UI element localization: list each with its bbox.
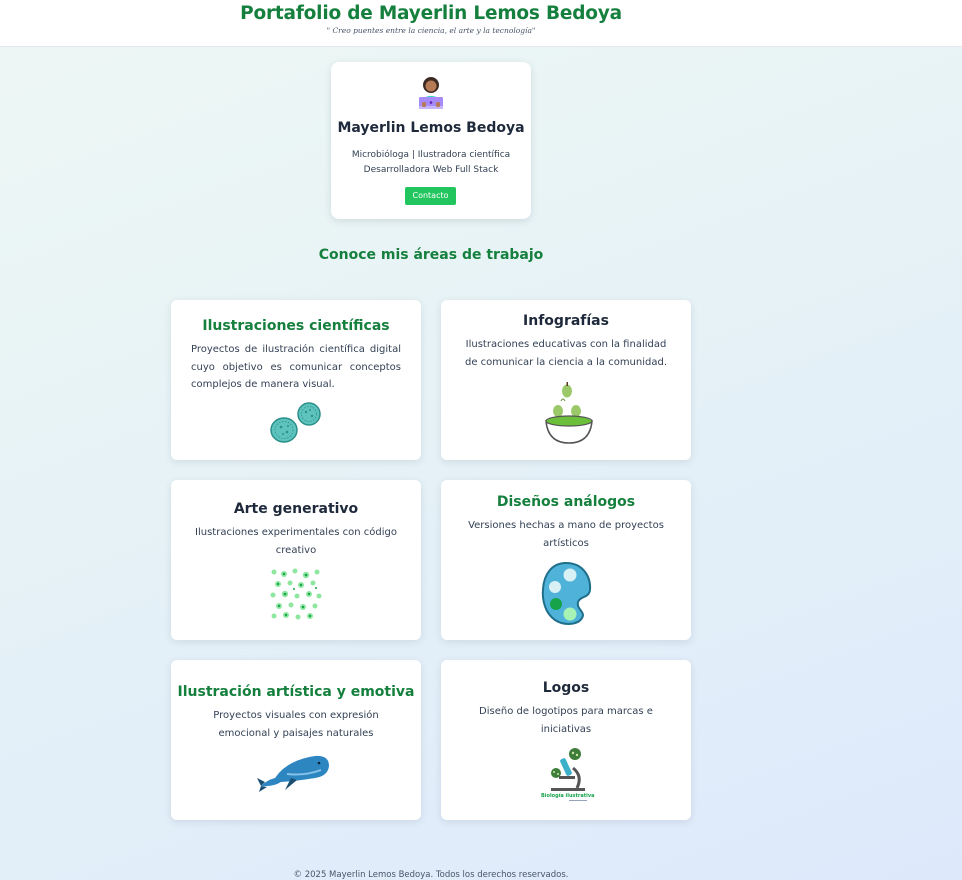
site-tagline: " Creo puentes entre la ciencia, el arte… — [326, 26, 536, 35]
card-arte-generativo[interactable]: Arte generativo Ilustraciones experiment… — [171, 480, 421, 640]
card-title: Ilustraciones científicas — [202, 318, 390, 334]
logo-text: Biología ilustrativa — [541, 792, 594, 799]
profile-card: Mayerlin Lemos Bedoya Microbióloga | Ilu… — [331, 62, 531, 219]
profile-name: Mayerlin Lemos Bedoya — [337, 120, 525, 136]
card-infografias[interactable]: Infografías Ilustraciones educativas con… — [441, 300, 691, 460]
card-title: Ilustración artística y emotiva — [177, 684, 415, 700]
card-ilustracion-artistica[interactable]: Ilustración artística y emotiva Proyecto… — [171, 660, 421, 820]
paint-palette-illustration — [541, 561, 592, 625]
section-title: Conoce mis áreas de trabajo — [318, 247, 544, 263]
site-header: Portafolio de Mayerlin Lemos Bedoya " Cr… — [0, 0, 962, 47]
whale-illustration — [257, 755, 329, 792]
profile-role-line-2: Desarrolladora Web Full Stack — [363, 165, 499, 175]
card-disenos-analogos[interactable]: Diseños análogos Versiones hechas a mano… — [441, 480, 691, 640]
card-description: Proyectos visuales con expresión emocion… — [213, 710, 379, 739]
card-logos[interactable]: Logos Diseño de logotipos para marcas e … — [441, 660, 691, 820]
card-title: Infografías — [523, 313, 609, 329]
card-description: Proyectos de ilustración científica digi… — [191, 344, 401, 390]
green-dots-pattern — [270, 568, 322, 620]
card-title: Diseños análogos — [496, 494, 636, 510]
bacteria-cells-illustration — [270, 402, 321, 443]
profile-role: Microbióloga | Ilustradora científica De… — [331, 148, 531, 178]
footer-copyright: © 2025 Mayerlin Lemos Bedoya. Todos los … — [293, 870, 569, 880]
woman-technologist-icon — [419, 77, 443, 109]
card-description: Ilustraciones experimentales con código … — [195, 527, 397, 556]
card-title: Logos — [542, 680, 590, 696]
card-description: Versiones hechas a mano de proyectos art… — [468, 520, 664, 549]
card-description: Diseño de logotipos para marcas e inicia… — [479, 706, 653, 735]
bowl-with-pears-illustration — [545, 382, 593, 444]
card-title: Arte generativo — [233, 501, 359, 517]
card-ilustraciones-cientificas[interactable]: Ilustraciones científicas Proyectos de i… — [171, 300, 421, 460]
contact-button[interactable]: Contacto — [405, 187, 456, 205]
card-description: Ilustraciones educativas con la finalida… — [464, 339, 668, 368]
microscope-logo: Biología ilustrativa — [541, 748, 594, 801]
profile-role-line-1: Microbióloga | Ilustradora científica — [351, 150, 511, 160]
site-title: Portafolio de Mayerlin Lemos Bedoya — [240, 3, 622, 24]
